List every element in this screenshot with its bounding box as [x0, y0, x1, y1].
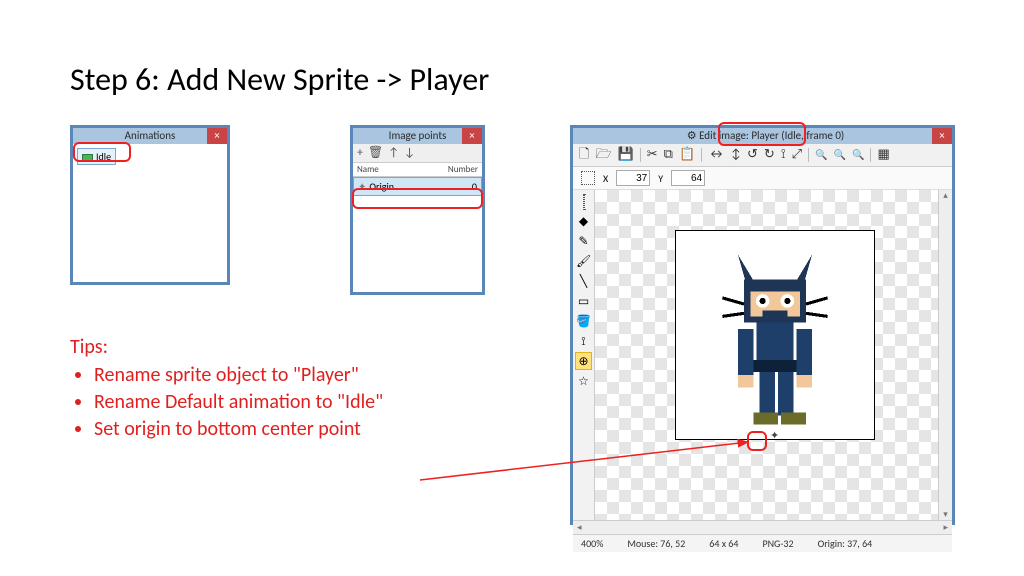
origin-row-number: 0 [472, 180, 477, 193]
animations-panel-title: Animations × [73, 128, 227, 144]
y-label: Y [658, 172, 663, 185]
save-button[interactable]: 💾 [618, 147, 634, 163]
y-input[interactable] [671, 170, 705, 186]
edit-image-subbar: X Y [573, 167, 952, 190]
edit-image-statusbar: 400% Mouse: 76, 52 64 x 64 PNG-32 Origin… [573, 534, 952, 552]
delete-point-button[interactable]: 🗑 [368, 146, 383, 160]
canvas-area[interactable]: ✦ [595, 190, 938, 520]
status-mouse: Mouse: 76, 52 [627, 537, 685, 550]
image-points-panel: Image points × + 🗑 ↑ ↓ Name Number ✦Orig… [350, 125, 485, 295]
move-point-down-button[interactable]: ↓ [404, 146, 415, 160]
animation-item-label: Idle [96, 150, 111, 163]
open-button[interactable]: 🗁 [595, 147, 611, 163]
zoom-in-button[interactable]: 🔍 [852, 147, 864, 163]
copy-button[interactable]: ⧉ [664, 147, 673, 163]
brush-tool[interactable]: 🖌 [575, 252, 592, 270]
image-points-header: Name Number [353, 163, 482, 177]
tip-item-1: Rename sprite object to "Player" [94, 363, 383, 387]
add-point-button[interactable]: + [357, 146, 363, 160]
edit-image-toolbar: 🗋 🗁 💾 ✂ ⧉ 📋 ↔ ↕ ↺ ↻ ⟟ ⤢ 🔍 🔍 🔍 ▦ [573, 144, 952, 167]
selection-tool-icon[interactable] [581, 171, 595, 185]
header-number: Number [448, 164, 478, 175]
grid-button[interactable]: ▦ [877, 147, 889, 163]
tips-title: Tips: [70, 335, 383, 359]
animations-title-label: Animations [125, 129, 176, 142]
fill-tool[interactable]: 🪣 [575, 312, 592, 330]
tip-item-3: Set origin to bottom center point [94, 417, 383, 441]
zoom-out-button[interactable]: 🔍 [815, 147, 827, 163]
rotate-cw-button[interactable]: ↻ [764, 147, 775, 163]
page-title: Step 6: Add New Sprite -> Player [70, 60, 489, 99]
paste-button[interactable]: 📋 [679, 147, 695, 163]
new-button[interactable]: 🗋 [579, 147, 589, 163]
horizontal-scrollbar[interactable]: ◂▸ [573, 520, 952, 534]
crop-button[interactable]: ⟟ [781, 147, 786, 163]
image-point-origin-row[interactable]: ✦Origin 0 [353, 177, 482, 196]
resize-button[interactable]: ⤢ [792, 147, 802, 163]
zoom-fit-button[interactable]: 🔍 [834, 147, 846, 163]
status-size: 64 x 64 [709, 537, 738, 550]
rect-tool[interactable]: ▭ [575, 292, 592, 310]
x-label: X [603, 172, 608, 185]
animation-item-idle[interactable]: Idle [77, 148, 116, 165]
status-format: PNG-32 [762, 537, 793, 550]
x-input[interactable] [616, 170, 650, 186]
flip-v-button[interactable]: ↕ [731, 147, 741, 163]
edit-image-panel: ⚙ Edit image: Player (Idle, frame 0) × 🗋… [570, 125, 955, 525]
image-points-toolbar: + 🗑 ↑ ↓ [353, 144, 482, 163]
origin-row-name: Origin [369, 180, 394, 193]
status-zoom: 400% [581, 537, 603, 550]
sprite-preview: ✦ [675, 230, 875, 440]
move-point-up-button[interactable]: ↑ [388, 146, 399, 160]
edit-image-title: ⚙ Edit image: Player (Idle, frame 0) × [573, 128, 952, 144]
line-tool[interactable]: ╲ [575, 272, 592, 290]
pencil-tool[interactable]: ✎ [575, 232, 592, 250]
select-tool[interactable] [575, 192, 592, 210]
edit-image-title-label: Edit image: Player (Idle, frame 0) [699, 129, 844, 142]
edit-image-body: ◆ ✎ 🖌 ╲ ▭ 🪣 ⟟ ⊕ ☆ [573, 190, 952, 520]
animations-panel: Animations × Idle [70, 125, 230, 285]
picker-tool[interactable]: ⟟ [575, 332, 592, 350]
origin-tool[interactable]: ⊕ [575, 352, 592, 370]
tip-item-2: Rename Default animation to "Idle" [94, 390, 383, 414]
animation-icon [82, 154, 93, 162]
eraser-tool[interactable]: ◆ [575, 212, 592, 230]
rotate-ccw-button[interactable]: ↺ [747, 147, 758, 163]
imagepoint-tool[interactable]: ☆ [575, 372, 592, 390]
image-points-title-label: Image points [389, 129, 447, 142]
edit-image-close-button[interactable]: × [932, 128, 952, 144]
header-name: Name [357, 164, 379, 175]
origin-icon: ✦ [358, 180, 366, 193]
tool-strip: ◆ ✎ 🖌 ╲ ▭ 🪣 ⟟ ⊕ ☆ [573, 190, 595, 520]
animations-close-button[interactable]: × [207, 128, 227, 144]
image-points-title: Image points × [353, 128, 482, 144]
vertical-scrollbar[interactable]: ▴▾ [938, 190, 952, 520]
cut-button[interactable]: ✂ [647, 147, 658, 163]
flip-h-button[interactable]: ↔ [708, 147, 725, 163]
image-points-close-button[interactable]: × [462, 128, 482, 144]
status-origin: Origin: 37, 64 [818, 537, 873, 550]
tips-block: Tips: Rename sprite object to "Player" R… [70, 335, 383, 444]
